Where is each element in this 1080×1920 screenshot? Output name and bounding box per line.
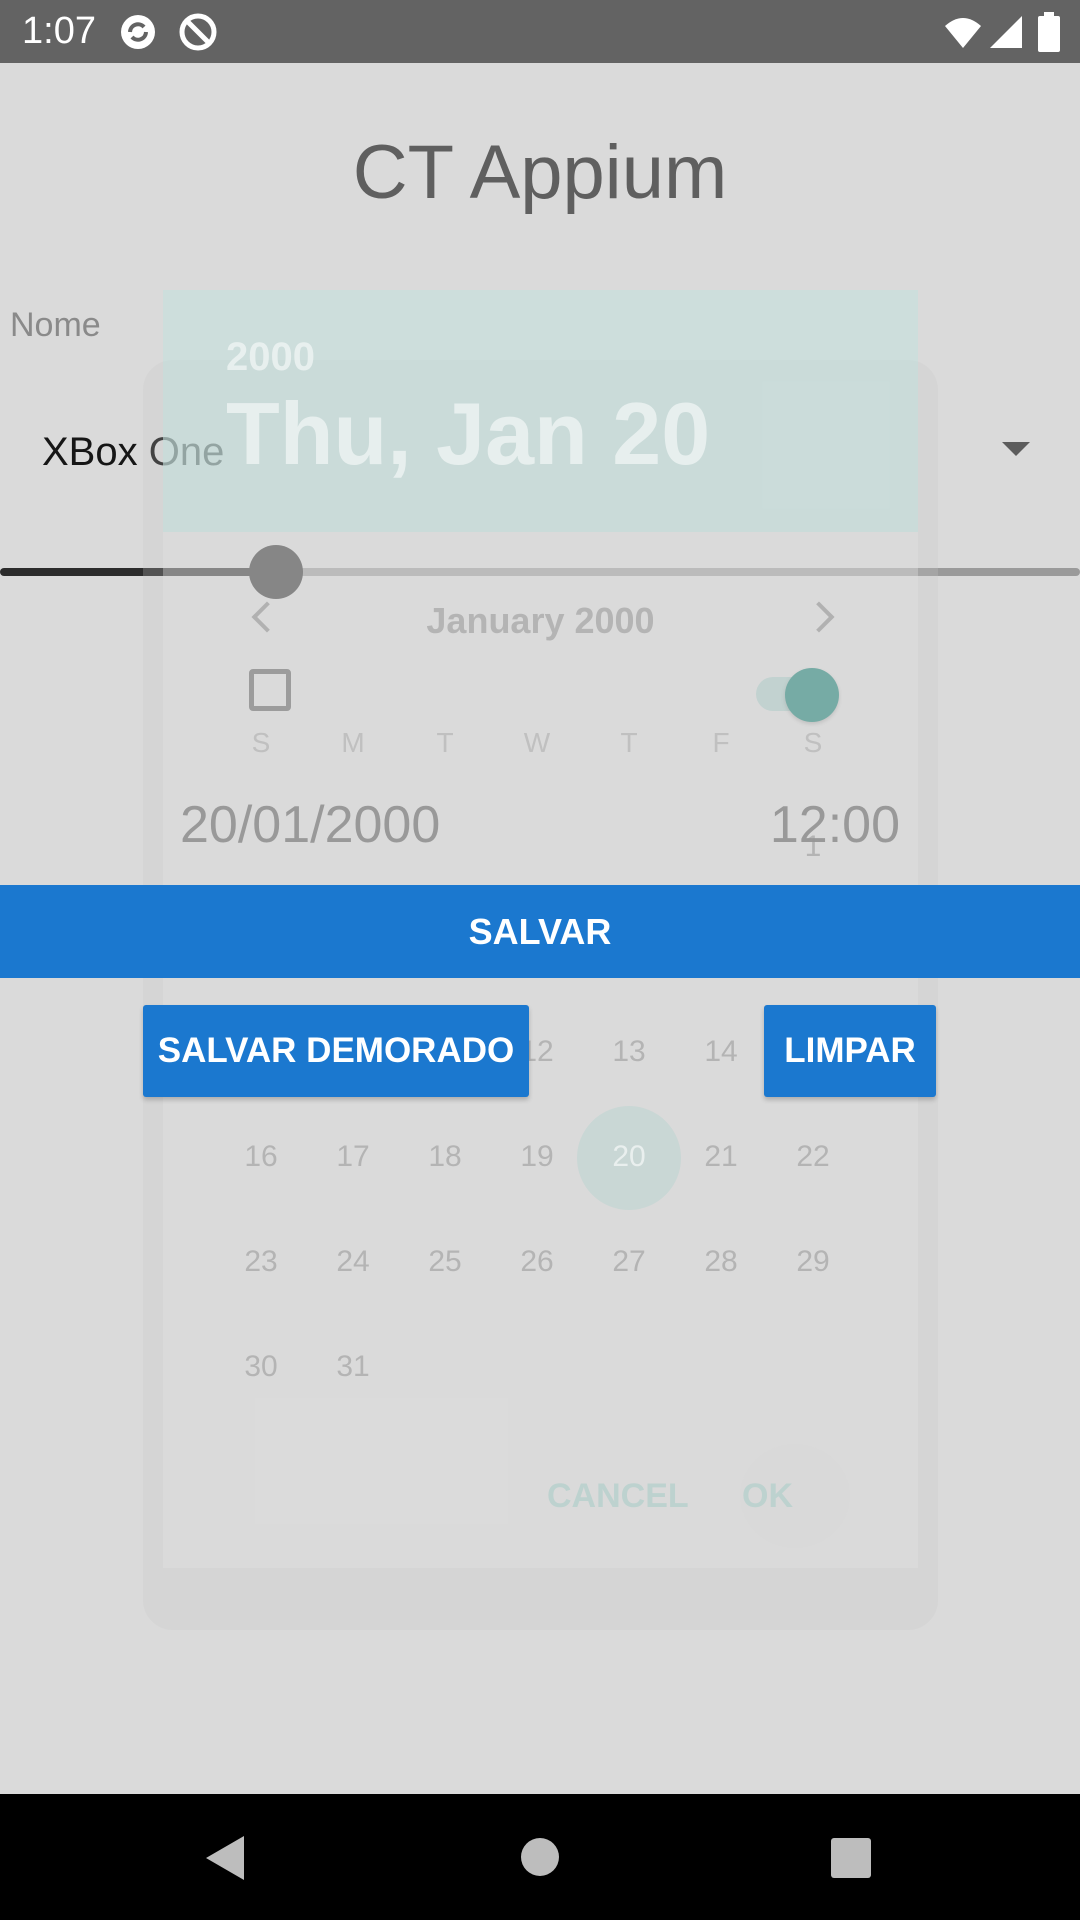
calendar-day[interactable]: 23 — [231, 1245, 291, 1279]
app-notification-icon — [179, 13, 217, 51]
weekday-label: S — [251, 727, 271, 758]
date-picker-year[interactable]: 2000 — [226, 334, 315, 380]
calendar-day-selected[interactable]: 20 — [599, 1140, 659, 1174]
calendar-day[interactable]: 30 — [231, 1350, 291, 1384]
calendar-day[interactable]: 27 — [599, 1245, 659, 1279]
calendar-day[interactable]: 13 — [599, 1035, 659, 1069]
status-bar — [0, 0, 1080, 63]
calendar-day[interactable]: 21 — [691, 1140, 751, 1174]
back-icon[interactable] — [206, 1836, 244, 1880]
calendar-day[interactable]: 29 — [783, 1245, 843, 1279]
weekday-label: F — [712, 727, 730, 758]
status-time: 1:07 — [22, 10, 96, 52]
weekday-label: T — [620, 727, 638, 758]
name-field-label: Nome — [10, 306, 101, 344]
page-title: CT Appium — [352, 130, 728, 215]
calendar-day[interactable]: 19 — [507, 1140, 567, 1174]
weekday-label: M — [341, 727, 365, 758]
calendar-day[interactable]: 17 — [323, 1140, 383, 1174]
calendar-day[interactable]: 14 — [691, 1035, 751, 1069]
calendar-day[interactable]: 24 — [323, 1245, 383, 1279]
dropdown-arrow-icon[interactable] — [1002, 442, 1030, 456]
save-delayed-button[interactable]: SALVAR DEMORADO — [143, 1005, 529, 1097]
weekday-label: T — [436, 727, 454, 758]
sync-icon — [121, 15, 155, 49]
battery-icon — [1038, 12, 1060, 52]
calendar-day[interactable]: 25 — [415, 1245, 475, 1279]
calendar-day[interactable]: 28 — [691, 1245, 751, 1279]
recent-apps-icon[interactable] — [831, 1838, 871, 1878]
date-picker-selected-date: Thu, Jan 20 — [226, 384, 711, 483]
calendar-day[interactable]: 22 — [783, 1140, 843, 1174]
calendar-day[interactable]: 16 — [231, 1140, 291, 1174]
home-icon[interactable] — [521, 1838, 559, 1876]
wifi-icon — [945, 18, 981, 48]
calendar-day[interactable]: 18 — [415, 1140, 475, 1174]
clear-button[interactable]: LIMPAR — [764, 1005, 936, 1097]
signal-icon — [990, 16, 1022, 48]
date-picker-cancel-button[interactable]: CANCEL — [547, 1476, 689, 1516]
save-button[interactable]: SALVAR — [0, 885, 1080, 978]
calendar-day[interactable]: 1 — [783, 830, 843, 864]
weekday-label: W — [523, 727, 551, 758]
date-picker-month: January 2000 — [426, 600, 655, 641]
date-picker-ok-button[interactable]: OK — [742, 1476, 793, 1516]
weekday-label: S — [803, 727, 823, 758]
calendar-day[interactable]: 31 — [323, 1350, 383, 1384]
calendar-day[interactable]: 26 — [507, 1245, 567, 1279]
